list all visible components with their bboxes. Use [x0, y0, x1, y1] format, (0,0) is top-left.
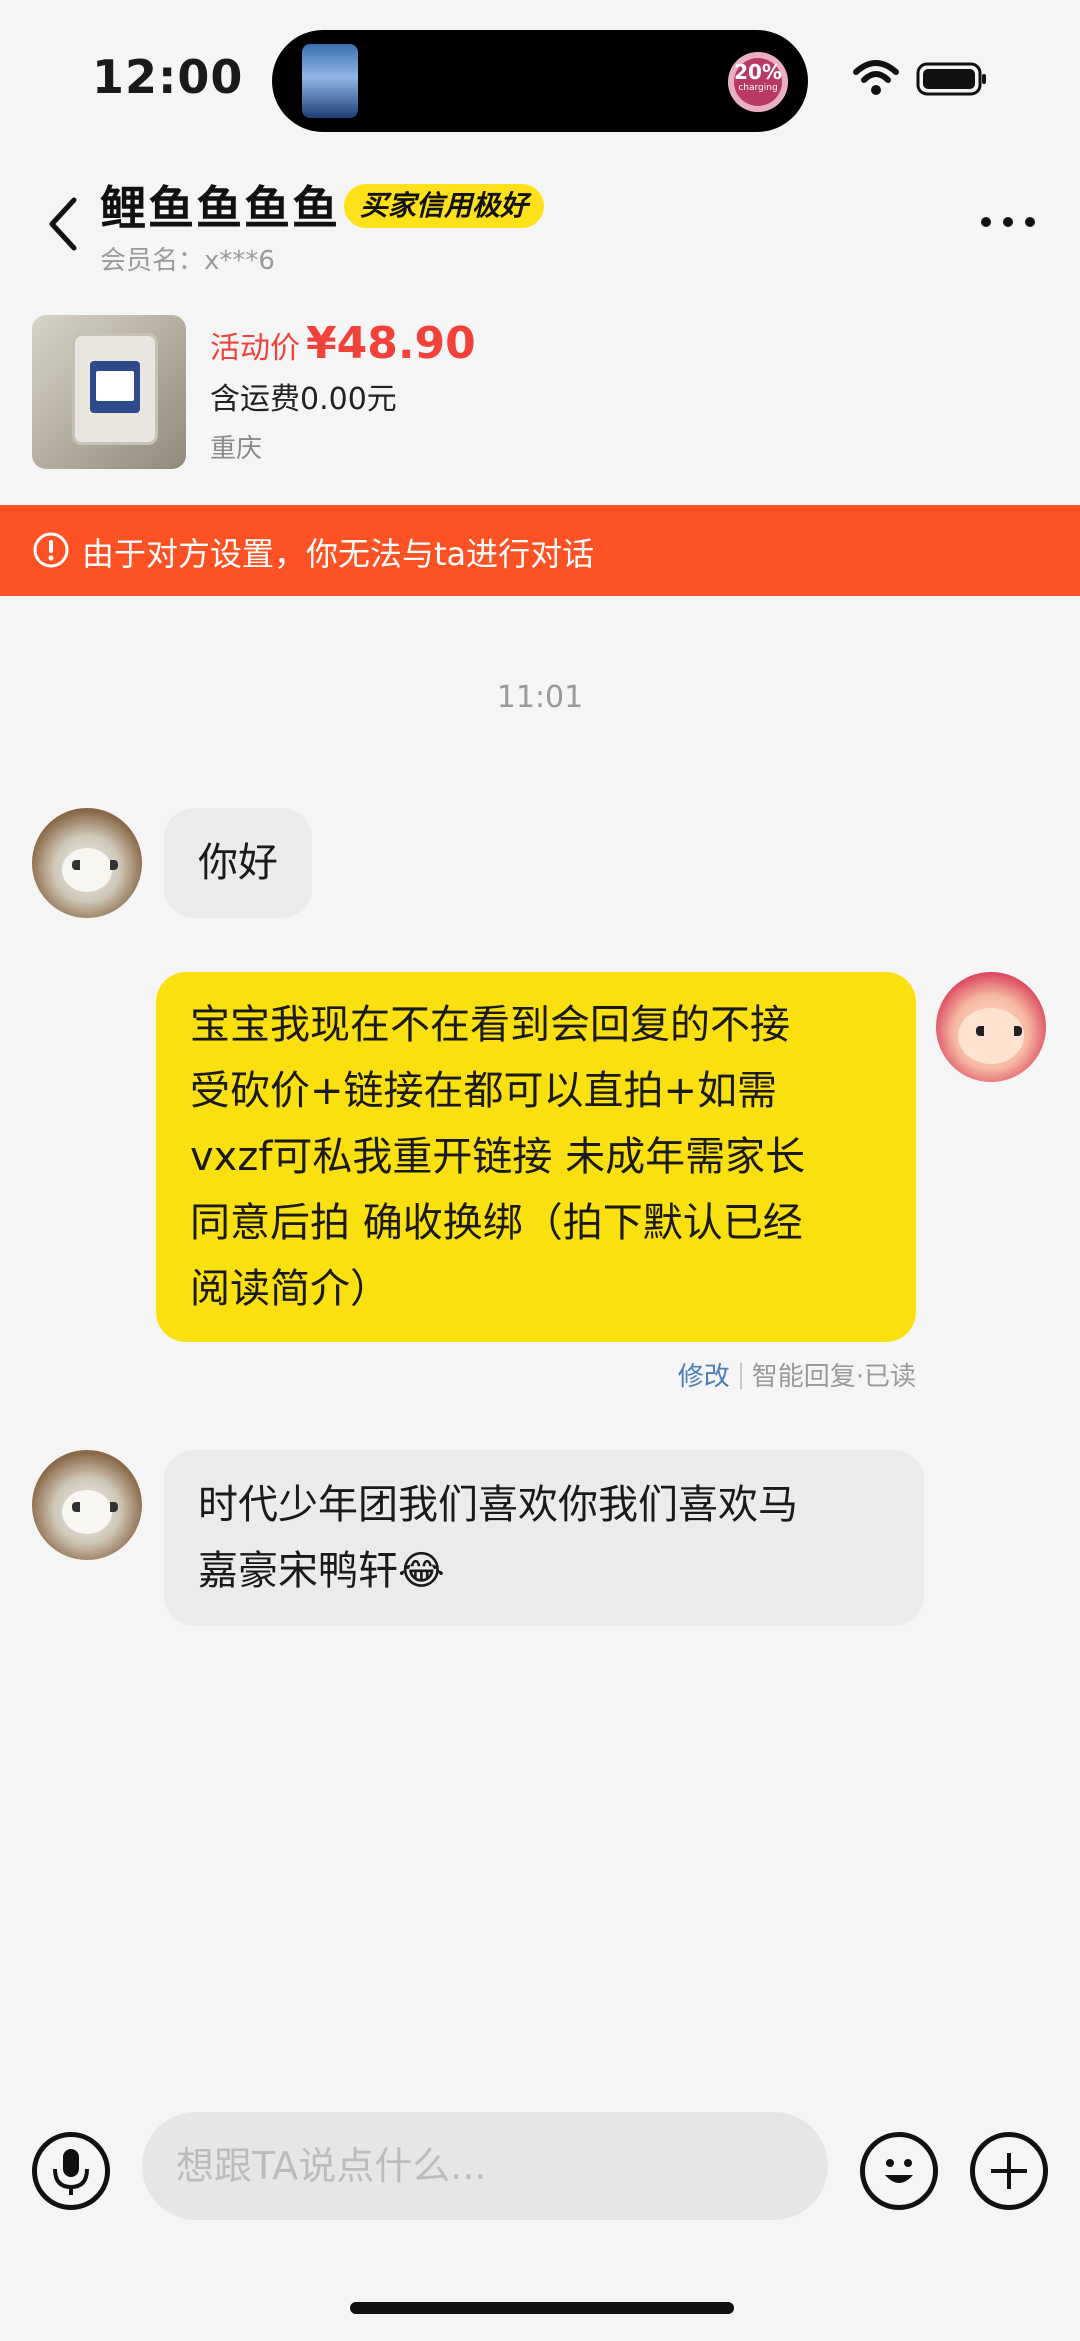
- more-icon[interactable]: [978, 212, 1038, 232]
- chat-screen: 12:00 20% charging 鲤鱼鱼鱼鱼 买家信用极好 会员名：x***…: [0, 0, 1080, 2341]
- message-bubble[interactable]: 时代少年团我们喜欢你我们喜欢马 嘉豪宋鸭轩😂: [164, 1450, 924, 1626]
- message-line: 受砍价+链接在都可以直拍+如需: [190, 1068, 778, 1114]
- divider: [739, 1363, 742, 1389]
- member-id: 会员名：x***6: [100, 246, 275, 276]
- chat-timestamp: 11:01: [496, 680, 584, 715]
- seller-name[interactable]: 鲤鱼鱼鱼鱼: [100, 172, 340, 238]
- message-line: 嘉豪宋鸭轩😂: [198, 1548, 445, 1594]
- price-line: 活动价 ¥48.90: [210, 318, 476, 369]
- warning-text: 由于对方设置，你无法与ta进行对话: [82, 535, 595, 573]
- my-avatar[interactable]: [936, 972, 1046, 1082]
- input-bar: [0, 2090, 1080, 2240]
- reply-status: 智能回复·已读: [751, 1362, 916, 1392]
- home-indicator[interactable]: [350, 2302, 734, 2314]
- product-location: 重庆: [210, 434, 263, 464]
- credit-badge: 买家信用极好: [344, 184, 545, 228]
- media-thumbnail: [302, 44, 358, 118]
- charging-indicator: 20% charging: [728, 52, 788, 112]
- product-card[interactable]: 活动价 ¥48.90 含运费0.00元 重庆: [0, 290, 1080, 505]
- reply-meta: 修改 智能回复·已读: [678, 1356, 916, 1393]
- message-line: 时代少年团我们喜欢你我们喜欢马: [198, 1482, 798, 1528]
- price-value: ¥48.90: [306, 318, 476, 369]
- chat-header: 鲤鱼鱼鱼鱼 买家信用极好 会员名：x***6: [0, 150, 1080, 290]
- message-line: 阅读简介）: [190, 1266, 390, 1312]
- auto-reply-bubble[interactable]: 宝宝我现在不在看到会回复的不接 受砍价+链接在都可以直拍+如需 vxzf可私我重…: [156, 972, 916, 1342]
- plus-icon: [991, 2153, 1027, 2189]
- message-bubble[interactable]: 你好: [164, 808, 312, 918]
- emoji-button[interactable]: [860, 2132, 938, 2210]
- edit-link[interactable]: 修改: [678, 1362, 730, 1392]
- dynamic-island[interactable]: 20% charging: [272, 30, 808, 132]
- status-time: 12:00: [92, 50, 244, 104]
- price-label: 活动价: [210, 331, 300, 366]
- status-bar: 12:00 20% charging: [0, 0, 1080, 150]
- message-input[interactable]: [142, 2112, 828, 2220]
- mic-icon: [53, 2149, 89, 2195]
- message-text: 你好: [198, 840, 278, 886]
- warning-bar: 由于对方设置，你无法与ta进行对话: [0, 505, 1080, 596]
- more-actions-button[interactable]: [970, 2132, 1048, 2210]
- poster-shape: [90, 361, 140, 413]
- charge-percent: 20%: [734, 60, 782, 84]
- message-line: vxzf可私我重开链接 未成年需家长: [190, 1134, 806, 1180]
- emoji-icon: [885, 2159, 913, 2183]
- alert-circle-icon: [33, 532, 69, 568]
- product-image[interactable]: [32, 315, 186, 469]
- seller-avatar[interactable]: [32, 1450, 142, 1560]
- seller-avatar[interactable]: [32, 808, 142, 918]
- battery-icon: [916, 62, 986, 96]
- back-icon[interactable]: [40, 194, 90, 254]
- message-line: 同意后拍 确收换绑（拍下默认已经: [190, 1200, 803, 1246]
- wifi-icon: [853, 60, 899, 95]
- shipping-fee: 含运费0.00元: [210, 382, 397, 417]
- voice-button[interactable]: [32, 2132, 110, 2210]
- message-line: 宝宝我现在不在看到会回复的不接: [190, 1002, 790, 1048]
